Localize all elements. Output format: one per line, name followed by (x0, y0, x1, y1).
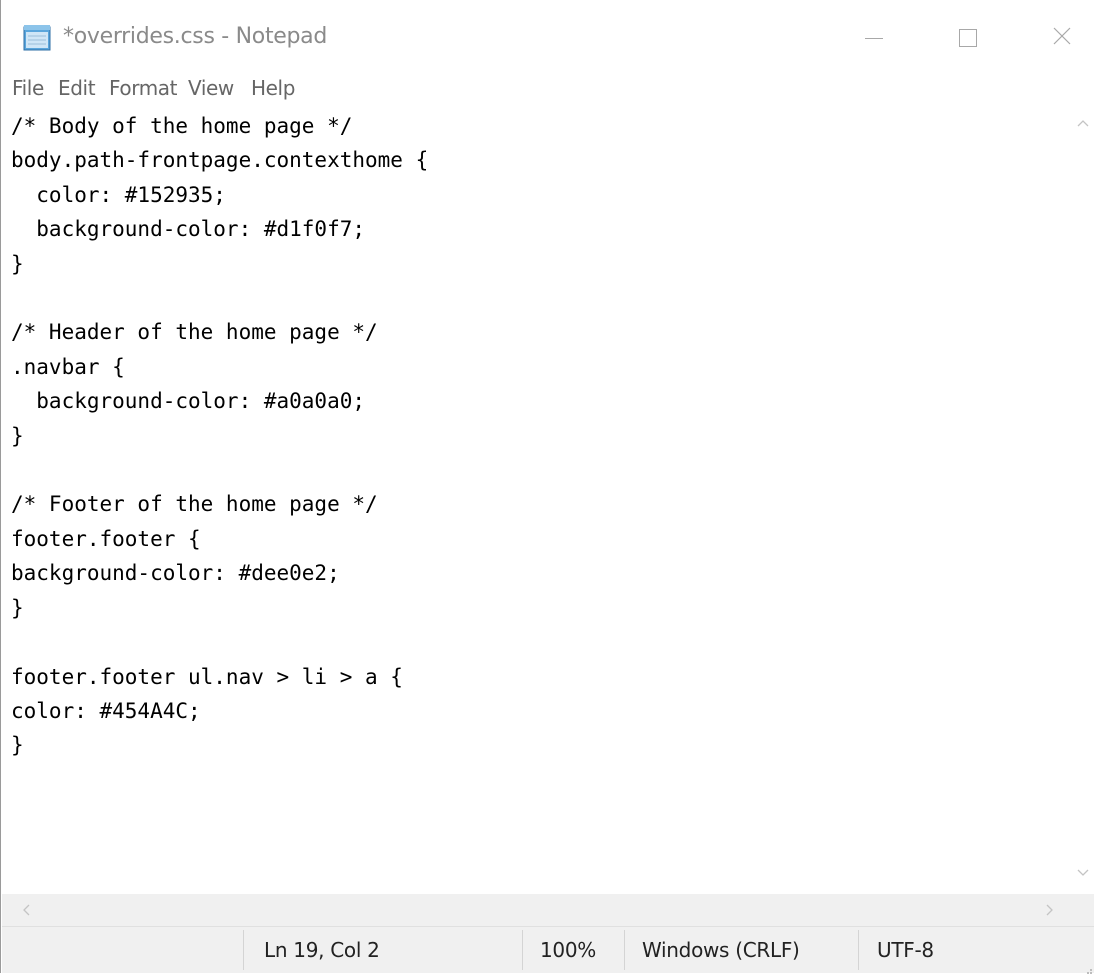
status-divider (858, 930, 859, 970)
vertical-scrollbar[interactable] (1070, 106, 1094, 894)
status-divider (243, 930, 244, 970)
notepad-icon (22, 24, 54, 52)
horizontal-scrollbar[interactable] (2, 894, 1070, 926)
menu-format[interactable]: Format (109, 74, 177, 102)
scroll-left-icon[interactable] (14, 898, 38, 922)
status-divider (522, 930, 523, 970)
menu-view[interactable]: View (188, 74, 234, 102)
menu-edit[interactable]: Edit (58, 74, 96, 102)
title-bar[interactable]: *overrides.css - Notepad (1, 0, 1094, 76)
status-line-ending: Windows (CRLF) (642, 938, 800, 962)
editor-content[interactable]: /* Body of the home page */ body.path-fr… (11, 109, 428, 763)
status-encoding: UTF-8 (877, 938, 934, 962)
status-cursor-position: Ln 19, Col 2 (264, 938, 380, 962)
resize-grip-icon[interactable] (1083, 960, 1093, 974)
scrollbar-corner (1070, 894, 1094, 926)
menu-file[interactable]: File (12, 74, 44, 102)
status-zoom: 100% (540, 938, 596, 962)
status-bar: Ln 19, Col 2 100% Windows (CRLF) UTF-8 (2, 926, 1094, 973)
minimize-icon (865, 37, 883, 39)
close-button[interactable] (1037, 16, 1087, 60)
scroll-up-icon[interactable] (1070, 112, 1094, 134)
maximize-button[interactable] (943, 16, 993, 60)
close-icon (1052, 26, 1072, 50)
text-editor[interactable]: /* Body of the home page */ body.path-fr… (2, 106, 1070, 894)
notepad-window: *overrides.css - Notepad File Edit Forma… (0, 0, 1094, 974)
window-title: *overrides.css - Notepad (63, 24, 328, 49)
menu-bar: File Edit Format View Help (1, 74, 1094, 102)
minimize-button[interactable] (849, 16, 899, 60)
menu-help[interactable]: Help (251, 74, 295, 102)
maximize-icon (959, 29, 977, 47)
scroll-down-icon[interactable] (1070, 862, 1094, 884)
status-divider (624, 930, 625, 970)
scroll-right-icon[interactable] (1038, 898, 1062, 922)
